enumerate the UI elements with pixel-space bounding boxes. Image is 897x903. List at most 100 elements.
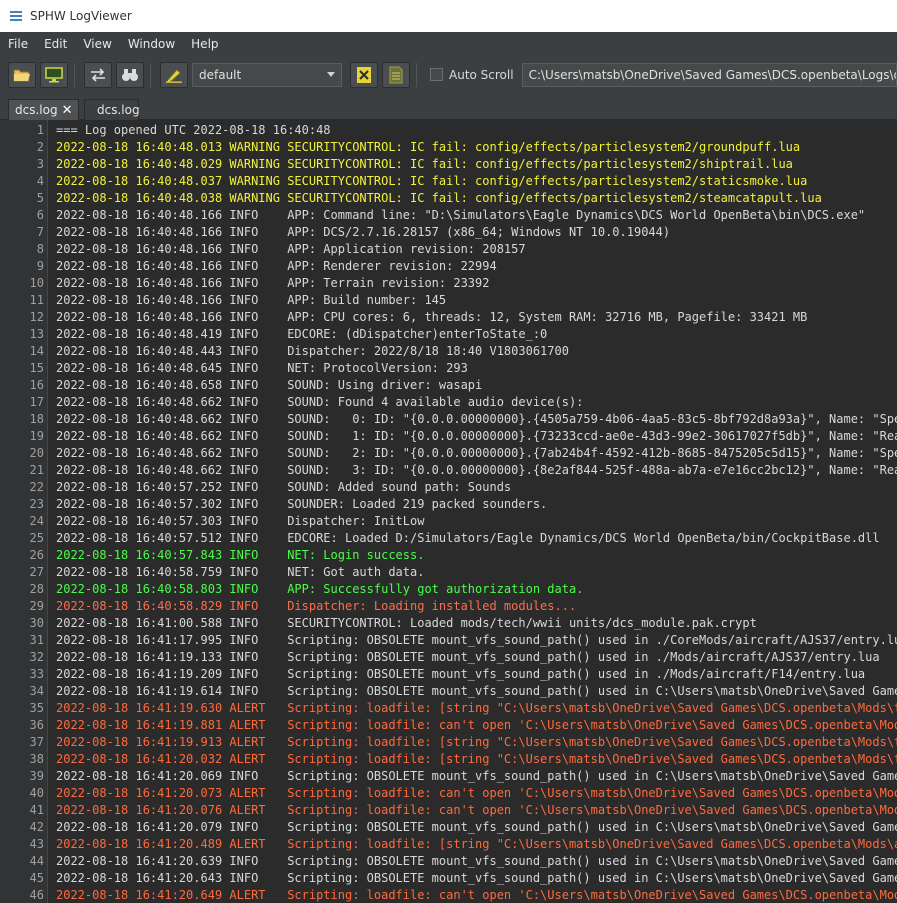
highlight-button[interactable] — [160, 61, 188, 88]
log-line[interactable]: 17 2022-08-18 16:40:48.662 INFO SOUND: Fo… — [0, 394, 897, 411]
log-line-text: 2022-08-18 16:40:48.166 INFO APP: Build … — [56, 293, 447, 307]
log-line[interactable]: 24 2022-08-18 16:40:57.303 INFO Dispatche… — [0, 513, 897, 530]
log-line[interactable]: 21 2022-08-18 16:40:48.662 INFO SOUND: 3:… — [0, 462, 897, 479]
log-line[interactable]: 6 2022-08-18 16:40:48.166 INFO APP: Comma… — [0, 207, 897, 224]
log-line[interactable]: 46 2022-08-18 16:41:20.649 ALERT Scriptin… — [0, 887, 897, 903]
log-line-text: 2022-08-18 16:41:20.079 INFO Scripting: … — [56, 820, 897, 834]
log-line-text: 2022-08-18 16:40:48.166 INFO APP: Terrai… — [56, 276, 490, 290]
log-line[interactable]: 31 2022-08-18 16:41:17.995 INFO Scripting… — [0, 632, 897, 649]
window-title: SPHW LogViewer — [30, 9, 132, 23]
log-line[interactable]: 15 2022-08-18 16:40:48.645 INFO NET: Prot… — [0, 360, 897, 377]
tab-dcs-log-active[interactable]: dcs.log ✕ — [8, 99, 79, 120]
log-line[interactable]: 23 2022-08-18 16:40:57.302 INFO SOUNDER: … — [0, 496, 897, 513]
swap-arrows-icon — [91, 67, 105, 82]
log-line[interactable]: 43 2022-08-18 16:41:20.489 ALERT Scriptin… — [0, 836, 897, 853]
log-line[interactable]: 32 2022-08-18 16:41:19.133 INFO Scripting… — [0, 649, 897, 666]
open-file-button[interactable] — [8, 61, 36, 88]
auto-scroll-label: Auto Scroll — [449, 67, 514, 82]
binoculars-icon — [122, 68, 138, 81]
log-line-text: 2022-08-18 16:41:19.614 INFO Scripting: … — [56, 684, 897, 698]
log-line[interactable]: 26 2022-08-18 16:40:57.843 INFO NET: Logi… — [0, 547, 897, 564]
log-line[interactable]: 37 2022-08-18 16:41:19.913 ALERT Scriptin… — [0, 734, 897, 751]
line-number: 40 — [29, 786, 44, 800]
line-number: 16 — [29, 378, 44, 392]
find-button[interactable] — [116, 61, 144, 88]
log-line[interactable]: 1 === Log opened UTC 2022-08-18 16:40:48 — [0, 122, 897, 139]
profile-dropdown-value: default — [199, 67, 242, 82]
log-line[interactable]: 25 2022-08-18 16:40:57.512 INFO EDCORE: L… — [0, 530, 897, 547]
log-line[interactable]: 34 2022-08-18 16:41:19.614 INFO Scripting… — [0, 683, 897, 700]
log-line[interactable]: 41 2022-08-18 16:41:20.076 ALERT Scriptin… — [0, 802, 897, 819]
line-number: 19 — [29, 429, 44, 443]
file-path-field[interactable]: C:\Users\matsb\OneDrive\Saved Games\DCS.… — [521, 62, 897, 87]
line-number: 6 — [36, 208, 44, 222]
log-line[interactable]: 30 2022-08-18 16:41:00.588 INFO SECURITYC… — [0, 615, 897, 632]
log-line[interactable]: 33 2022-08-18 16:41:19.209 INFO Scripting… — [0, 666, 897, 683]
log-line[interactable]: 45 2022-08-18 16:41:20.643 INFO Scripting… — [0, 870, 897, 887]
export-text-button[interactable] — [382, 61, 410, 88]
export-excel-button[interactable] — [350, 61, 378, 88]
log-line[interactable]: 20 2022-08-18 16:40:48.662 INFO SOUND: 2:… — [0, 445, 897, 462]
log-line[interactable]: 11 2022-08-18 16:40:48.166 INFO APP: Buil… — [0, 292, 897, 309]
menu-edit[interactable]: Edit — [36, 32, 75, 57]
log-line[interactable]: 36 2022-08-18 16:41:19.881 ALERT Scriptin… — [0, 717, 897, 734]
log-line[interactable]: 10 2022-08-18 16:40:48.166 INFO APP: Terr… — [0, 275, 897, 292]
log-line[interactable]: 2 2022-08-18 16:40:48.013 WARNING SECURIT… — [0, 139, 897, 156]
log-line-text: 2022-08-18 16:40:57.252 INFO SOUND: Adde… — [56, 480, 512, 494]
log-line[interactable]: 28 2022-08-18 16:40:58.803 INFO APP: Succ… — [0, 581, 897, 598]
log-line-text: 2022-08-18 16:40:48.166 INFO APP: Render… — [56, 259, 497, 273]
log-line[interactable]: 13 2022-08-18 16:40:48.419 INFO EDCORE: (… — [0, 326, 897, 343]
line-number: 43 — [29, 837, 44, 851]
log-line[interactable]: 4 2022-08-18 16:40:48.037 WARNING SECURIT… — [0, 173, 897, 190]
log-view[interactable]: 1 === Log opened UTC 2022-08-18 16:40:48 2… — [0, 120, 897, 903]
log-line[interactable]: 29 2022-08-18 16:40:58.829 INFO Dispatche… — [0, 598, 897, 615]
log-line[interactable]: 18 2022-08-18 16:40:48.662 INFO SOUND: 0:… — [0, 411, 897, 428]
log-line[interactable]: 12 2022-08-18 16:40:48.166 INFO APP: CPU … — [0, 309, 897, 326]
app-logo-icon — [8, 8, 24, 24]
monitor-button[interactable] — [40, 61, 68, 88]
log-line-text: 2022-08-18 16:41:20.649 ALERT Scripting:… — [56, 888, 897, 902]
log-line-text: 2022-08-18 16:41:00.588 INFO SECURITYCON… — [56, 616, 757, 630]
log-line[interactable]: 3 2022-08-18 16:40:48.029 WARNING SECURIT… — [0, 156, 897, 173]
log-line[interactable]: 5 2022-08-18 16:40:48.038 WARNING SECURIT… — [0, 190, 897, 207]
log-line[interactable]: 40 2022-08-18 16:41:20.073 ALERT Scriptin… — [0, 785, 897, 802]
log-line-text: 2022-08-18 16:40:48.443 INFO Dispatcher:… — [56, 344, 569, 358]
line-number: 12 — [29, 310, 44, 324]
log-line[interactable]: 14 2022-08-18 16:40:48.443 INFO Dispatche… — [0, 343, 897, 360]
log-line[interactable]: 16 2022-08-18 16:40:48.658 INFO SOUND: Us… — [0, 377, 897, 394]
menu-window[interactable]: Window — [120, 32, 183, 57]
excel-export-icon — [357, 66, 371, 83]
auto-scroll-checkbox[interactable] — [430, 68, 443, 81]
menu-help[interactable]: Help — [183, 32, 226, 57]
log-line[interactable]: 42 2022-08-18 16:41:20.079 INFO Scripting… — [0, 819, 897, 836]
menu-file[interactable]: File — [0, 32, 36, 57]
tab-label: dcs.log — [97, 103, 140, 117]
chevron-down-icon — [327, 72, 335, 77]
log-line[interactable]: 9 2022-08-18 16:40:48.166 INFO APP: Rende… — [0, 258, 897, 275]
toolbar: default Auto Scroll C:\Users\matsb\OneDr… — [0, 57, 897, 92]
log-line[interactable]: 38 2022-08-18 16:41:20.032 ALERT Scriptin… — [0, 751, 897, 768]
log-line-text: 2022-08-18 16:41:20.643 INFO Scripting: … — [56, 871, 897, 885]
log-line-text: 2022-08-18 16:40:48.662 INFO SOUND: 0: I… — [56, 412, 897, 426]
line-number: 3 — [36, 157, 44, 171]
log-line[interactable]: 19 2022-08-18 16:40:48.662 INFO SOUND: 1:… — [0, 428, 897, 445]
log-line[interactable]: 27 2022-08-18 16:40:58.759 INFO NET: Got … — [0, 564, 897, 581]
log-line[interactable]: 44 2022-08-18 16:41:20.639 INFO Scripting… — [0, 853, 897, 870]
log-line-text: 2022-08-18 16:40:57.512 INFO EDCORE: Loa… — [56, 531, 880, 545]
line-number: 39 — [29, 769, 44, 783]
log-line[interactable]: 7 2022-08-18 16:40:48.166 INFO APP: DCS/2… — [0, 224, 897, 241]
menu-view[interactable]: View — [75, 32, 119, 57]
log-line[interactable]: 35 2022-08-18 16:41:19.630 ALERT Scriptin… — [0, 700, 897, 717]
log-line[interactable]: 8 2022-08-18 16:40:48.166 INFO APP: Appli… — [0, 241, 897, 258]
tab-dcs-log[interactable]: dcs.log — [84, 99, 140, 120]
line-number: 33 — [29, 667, 44, 681]
close-icon[interactable]: ✕ — [62, 103, 73, 118]
log-line-text: 2022-08-18 16:40:48.037 WARNING SECURITY… — [56, 174, 808, 188]
swap-button[interactable] — [84, 61, 112, 88]
log-line-text: 2022-08-18 16:41:19.133 INFO Scripting: … — [56, 650, 880, 664]
log-line-text: 2022-08-18 16:40:48.662 INFO SOUND: 3: I… — [56, 463, 897, 477]
profile-dropdown[interactable]: default — [192, 62, 342, 87]
log-line[interactable]: 39 2022-08-18 16:41:20.069 INFO Scripting… — [0, 768, 897, 785]
tab-bar: dcs.log ✕ dcs.log — [0, 92, 897, 120]
log-line[interactable]: 22 2022-08-18 16:40:57.252 INFO SOUND: Ad… — [0, 479, 897, 496]
